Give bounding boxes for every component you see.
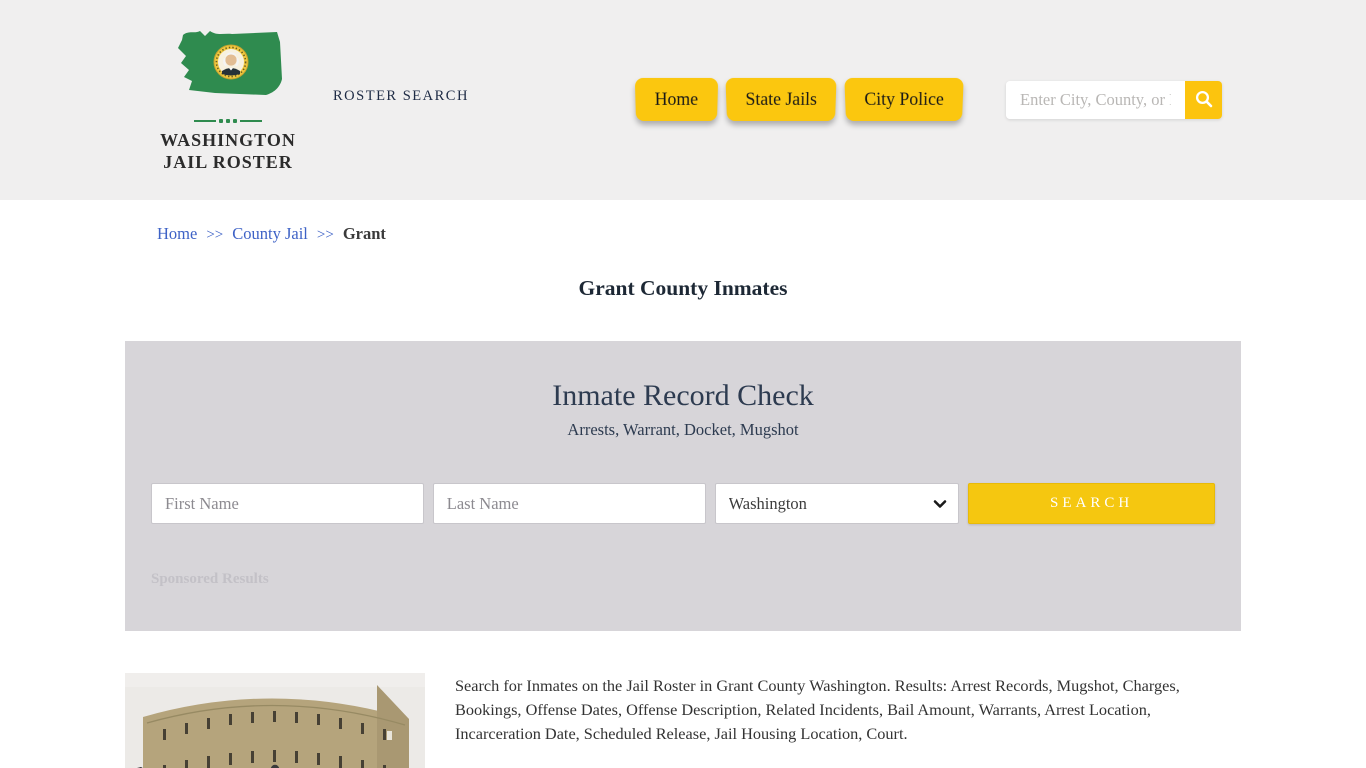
record-check-subtitle: Arrests, Warrant, Docket, Mugshot bbox=[567, 420, 799, 439]
about-description: Search for Inmates on the Jail Roster in… bbox=[455, 676, 1180, 744]
record-check-title: Inmate Record Check bbox=[552, 379, 814, 412]
facility-search bbox=[1006, 81, 1222, 119]
nav-city-police-button[interactable]: City Police bbox=[844, 77, 964, 121]
state-select-wrap: Washington bbox=[714, 483, 960, 524]
logo-line2: JAIL ROSTER bbox=[163, 152, 293, 172]
search-icon bbox=[1194, 89, 1214, 112]
washington-state-flag-icon bbox=[150, 27, 306, 115]
last-name-input[interactable] bbox=[432, 483, 706, 524]
inmate-search-button[interactable]: SEARCH bbox=[968, 483, 1215, 524]
site-logo[interactable]: WASHINGTON JAIL ROSTER bbox=[150, 27, 306, 174]
logo-wordmark: WASHINGTON JAIL ROSTER bbox=[150, 129, 306, 174]
inmate-record-check-panel: Inmate Record Check Arrests, Warrant, Do… bbox=[125, 341, 1241, 631]
breadcrumb-county-jail-link[interactable]: County Jail bbox=[232, 224, 308, 244]
breadcrumb-current-page: Grant bbox=[342, 224, 386, 243]
site-header: WASHINGTON JAIL ROSTER ROSTER SEARCH Hom… bbox=[0, 0, 1366, 200]
breadcrumb-separator: >> bbox=[316, 227, 334, 243]
page-title: Grant County Inmates bbox=[578, 276, 788, 300]
roster-search-tagline: ROSTER SEARCH bbox=[333, 87, 469, 104]
logo-divider bbox=[150, 118, 306, 123]
breadcrumb-home-link[interactable]: Home bbox=[157, 224, 197, 244]
breadcrumb-separator: >> bbox=[206, 227, 224, 243]
state-select[interactable]: Washington bbox=[714, 483, 960, 524]
nav-home-button[interactable]: Home bbox=[635, 77, 719, 121]
sponsored-results-label: Sponsored Results bbox=[151, 571, 269, 587]
jail-building-photo bbox=[125, 673, 425, 768]
breadcrumb: Home >> County Jail >> Grant bbox=[157, 224, 1366, 244]
facility-search-button[interactable] bbox=[1185, 81, 1222, 119]
first-name-input[interactable] bbox=[151, 483, 424, 524]
logo-line1: WASHINGTON bbox=[160, 129, 296, 150]
inmate-search-form: Washington SEARCH bbox=[151, 483, 1215, 524]
nav-state-jails-button[interactable]: State Jails bbox=[725, 77, 838, 121]
main-nav: Home State Jails City Police bbox=[635, 77, 964, 121]
about-section: Search for Inmates on the Jail Roster in… bbox=[125, 673, 1216, 768]
facility-search-input[interactable] bbox=[1006, 81, 1185, 119]
